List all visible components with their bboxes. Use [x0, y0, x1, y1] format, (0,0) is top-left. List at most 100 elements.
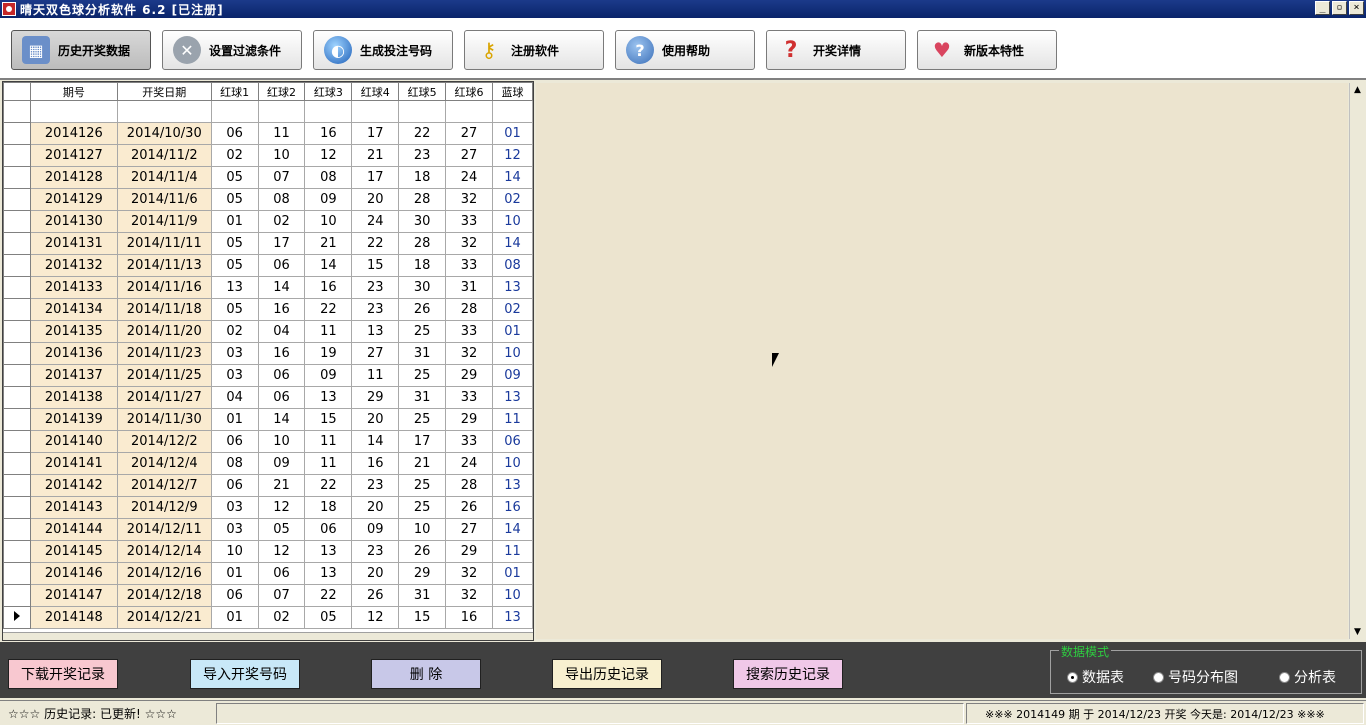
red-ball-cell[interactable]: 15	[398, 606, 447, 629]
row-indicator[interactable]	[3, 320, 31, 343]
issue-cell[interactable]: 2014147	[29, 584, 118, 607]
date-cell[interactable]: 2014/12/4	[116, 452, 212, 475]
table-row[interactable]: 2014130 2014/11/9 01 02 10 24 30 33 10	[3, 210, 533, 233]
grid-cell[interactable]	[398, 100, 447, 123]
download-records-button[interactable]: 下载开奖记录	[8, 659, 118, 689]
mode-data-table-radio[interactable]: 数据表	[1067, 667, 1124, 687]
red-ball-cell[interactable]: 20	[351, 562, 400, 585]
red-ball-cell[interactable]: 22	[351, 232, 400, 255]
red-ball-cell[interactable]: 21	[398, 452, 447, 475]
red-ball-cell[interactable]: 25	[398, 408, 447, 431]
date-cell[interactable]: 2014/12/2	[116, 430, 212, 453]
row-indicator[interactable]	[3, 254, 31, 277]
red-ball-cell[interactable]: 13	[351, 320, 400, 343]
red-ball-cell[interactable]: 22	[304, 298, 353, 321]
date-cell[interactable]: 2014/12/16	[116, 562, 212, 585]
table-row[interactable]: 2014136 2014/11/23 03 16 19 27 31 32 10	[3, 342, 533, 365]
red-ball-cell[interactable]: 33	[445, 386, 493, 409]
blue-ball-cell[interactable]: 02	[491, 188, 533, 211]
red-ball-cell[interactable]: 16	[351, 452, 400, 475]
issue-cell[interactable]: 2014130	[29, 210, 118, 233]
red-ball-cell[interactable]: 33	[445, 210, 493, 233]
new-entry-row[interactable]	[3, 100, 533, 123]
red-ball-cell[interactable]: 05	[210, 298, 259, 321]
row-indicator[interactable]	[3, 518, 31, 541]
red-ball-cell[interactable]: 28	[445, 474, 493, 497]
table-row[interactable]: 2014128 2014/11/4 05 07 08 17 18 24 14	[3, 166, 533, 189]
new-features-button[interactable]: ♥ 新版本特性	[917, 30, 1057, 70]
minimize-button[interactable]: _	[1315, 1, 1330, 15]
table-row[interactable]: 2014144 2014/12/11 03 05 06 09 10 27 14	[3, 518, 533, 541]
date-cell[interactable]: 2014/11/30	[116, 408, 212, 431]
row-indicator[interactable]	[3, 408, 31, 431]
row-indicator[interactable]	[3, 540, 31, 563]
red-ball-cell[interactable]: 31	[398, 342, 447, 365]
red-ball-cell[interactable]: 22	[398, 122, 447, 145]
red-ball-cell[interactable]: 05	[210, 166, 259, 189]
date-cell[interactable]: 2014/11/23	[116, 342, 212, 365]
date-cell[interactable]: 2014/11/27	[116, 386, 212, 409]
red-ball-cell[interactable]: 24	[445, 452, 493, 475]
grid-cell[interactable]	[210, 100, 259, 123]
issue-cell[interactable]: 2014126	[29, 122, 118, 145]
red-ball-cell[interactable]: 06	[257, 386, 306, 409]
red-ball-cell[interactable]: 26	[445, 496, 493, 519]
red-ball-cell[interactable]: 17	[351, 122, 400, 145]
table-row[interactable]: 2014131 2014/11/11 05 17 21 22 28 32 14	[3, 232, 533, 255]
red-ball-cell[interactable]: 15	[351, 254, 400, 277]
red-ball-cell[interactable]: 13	[304, 386, 353, 409]
red-ball-cell[interactable]: 05	[257, 518, 306, 541]
red-ball-cell[interactable]: 06	[210, 584, 259, 607]
red-ball-cell[interactable]: 23	[351, 298, 400, 321]
date-cell[interactable]: 2014/12/11	[116, 518, 212, 541]
red-ball-cell[interactable]: 02	[257, 606, 306, 629]
row-indicator[interactable]	[3, 166, 31, 189]
blue-ball-cell[interactable]: 16	[491, 496, 533, 519]
red-ball-cell[interactable]: 22	[304, 474, 353, 497]
red-ball-cell[interactable]: 10	[257, 144, 306, 167]
red-ball-cell[interactable]: 23	[351, 474, 400, 497]
date-cell[interactable]: 2014/11/20	[116, 320, 212, 343]
blue-ball-cell[interactable]: 01	[491, 562, 533, 585]
red-ball-cell[interactable]: 28	[445, 298, 493, 321]
filter-settings-button[interactable]: ✕ 设置过滤条件	[162, 30, 302, 70]
date-cell[interactable]: 2014/11/2	[116, 144, 212, 167]
red-ball-cell[interactable]: 08	[304, 166, 353, 189]
grid-cell[interactable]	[116, 100, 212, 123]
blue-ball-cell[interactable]: 01	[491, 122, 533, 145]
grid-cell[interactable]	[257, 100, 306, 123]
blue-ball-cell[interactable]: 10	[491, 452, 533, 475]
red-ball-cell[interactable]: 05	[210, 254, 259, 277]
red-ball-cell[interactable]: 29	[351, 386, 400, 409]
red-ball-cell[interactable]: 19	[304, 342, 353, 365]
red-ball-cell[interactable]: 20	[351, 496, 400, 519]
scroll-up-icon[interactable]: ▲	[1352, 85, 1363, 95]
red-ball-cell[interactable]: 11	[304, 430, 353, 453]
date-cell[interactable]: 2014/12/21	[116, 606, 212, 629]
blue-ball-cell[interactable]: 10	[491, 342, 533, 365]
table-row[interactable]: 2014139 2014/11/30 01 14 15 20 25 29 11	[3, 408, 533, 431]
delete-button[interactable]: 删 除	[371, 659, 481, 689]
red-ball-cell[interactable]: 32	[445, 232, 493, 255]
red-ball-cell[interactable]: 11	[304, 452, 353, 475]
table-row[interactable]: 2014126 2014/10/30 06 11 16 17 22 27 01	[3, 122, 533, 145]
table-row[interactable]: 2014133 2014/11/16 13 14 16 23 30 31 13	[3, 276, 533, 299]
grid-cell[interactable]	[445, 100, 493, 123]
red-ball-cell[interactable]: 14	[351, 430, 400, 453]
row-indicator[interactable]	[3, 452, 31, 475]
column-header[interactable]: 红球1	[210, 82, 259, 101]
red-ball-cell[interactable]: 25	[398, 364, 447, 387]
grid-cell[interactable]	[304, 100, 353, 123]
import-numbers-button[interactable]: 导入开奖号码	[190, 659, 300, 689]
table-row[interactable]: 2014127 2014/11/2 02 10 12 21 23 27 12	[3, 144, 533, 167]
blue-ball-cell[interactable]: 01	[491, 320, 533, 343]
red-ball-cell[interactable]: 12	[304, 144, 353, 167]
issue-cell[interactable]: 2014144	[29, 518, 118, 541]
red-ball-cell[interactable]: 03	[210, 364, 259, 387]
red-ball-cell[interactable]: 30	[398, 210, 447, 233]
red-ball-cell[interactable]: 04	[210, 386, 259, 409]
table-row[interactable]: 2014143 2014/12/9 03 12 18 20 25 26 16	[3, 496, 533, 519]
grid-cell[interactable]	[491, 100, 533, 123]
date-cell[interactable]: 2014/12/18	[116, 584, 212, 607]
red-ball-cell[interactable]: 13	[304, 562, 353, 585]
